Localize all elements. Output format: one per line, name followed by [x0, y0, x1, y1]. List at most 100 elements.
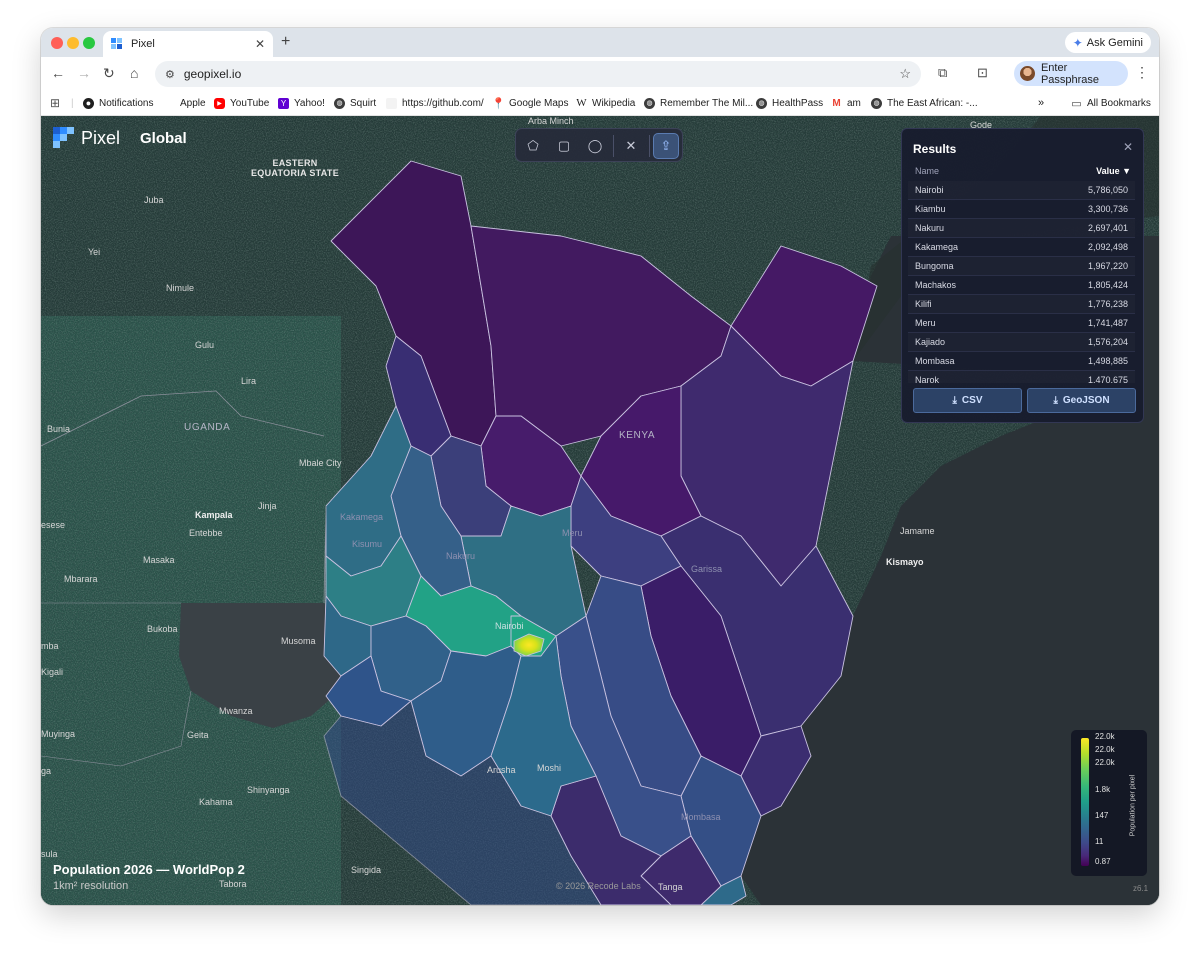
forward-arrow-icon[interactable]: →: [77, 65, 91, 81]
row-name: Machakos: [915, 280, 957, 290]
close-window-button[interactable]: [51, 37, 63, 49]
polygon-tool-icon[interactable]: ⬠: [520, 133, 546, 159]
extensions-icon[interactable]: ⧉: [938, 65, 947, 81]
table-row[interactable]: Kakamega 2,092,498: [908, 238, 1135, 257]
ask-gemini-label: Ask Gemini: [1086, 36, 1143, 49]
map-label-kakamega: Kakamega: [340, 512, 384, 522]
bookmark-yahoo[interactable]: Y Yahoo!: [278, 96, 325, 110]
table-row[interactable]: Narok 1,470,675: [908, 371, 1135, 383]
population-legend: 22.0k 22.0k 22.0k 1.8k 147 11 0.87 Popul…: [1071, 730, 1147, 876]
bookmark-youtube[interactable]: ▶ YouTube: [214, 96, 269, 110]
draw-toolbar: ⬠ ▢ ◯ ✕ ⇪: [515, 128, 683, 162]
toolbar-divider: [613, 135, 614, 157]
download-icon: ⤓: [952, 395, 957, 406]
legend-tick: 11: [1095, 837, 1104, 846]
bookmark-squirt[interactable]: ◍ Squirt: [334, 96, 376, 110]
tab-search-icon[interactable]: ⊡: [977, 65, 988, 81]
attribution-link[interactable]: © 2026 Recode Labs: [556, 881, 641, 891]
apps-grid-icon[interactable]: ⊞: [50, 96, 60, 110]
bookmark-notifications[interactable]: ● Notifications: [83, 96, 153, 110]
results-list[interactable]: Nairobi 5,786,050 Kiambu 3,300,736 Nakuru 2,6…: [908, 181, 1135, 383]
minimize-window-button[interactable]: [67, 37, 79, 49]
tab-strip: Pixel ✕ + ✦ Ask Gemini: [41, 28, 1159, 57]
tab-pixel[interactable]: Pixel ✕: [103, 31, 273, 57]
map-label-kahama: Kahama: [199, 797, 233, 807]
bookmark-label: am: [847, 97, 861, 109]
download-geojson-button[interactable]: ⤓ GeoJSON: [1027, 388, 1136, 413]
profile-button[interactable]: Enter Passphrase: [1014, 61, 1128, 86]
map-label-meru: Meru: [562, 528, 583, 538]
table-row[interactable]: Nakuru 2,697,401: [908, 219, 1135, 238]
bookmark-gmail[interactable]: Mam: [831, 96, 861, 110]
pixel-logo-icon: [53, 127, 75, 149]
row-name: Narok: [915, 375, 940, 383]
map-label-sula: sula: [41, 849, 58, 859]
new-tab-button[interactable]: +: [281, 33, 290, 51]
map-label-mombasa: Mombasa: [681, 812, 721, 822]
table-row[interactable]: Kilifi 1,776,238: [908, 295, 1135, 314]
map-label-shinyanga: Shinyanga: [247, 785, 290, 795]
column-header-name[interactable]: Name: [915, 166, 939, 176]
reload-icon[interactable]: ↻: [103, 65, 115, 82]
browser-menu-icon[interactable]: ⋮: [1135, 64, 1149, 81]
tab-title: Pixel: [131, 38, 155, 50]
map-label-jamame: Jamame: [900, 526, 935, 536]
rectangle-tool-icon[interactable]: ▢: [551, 133, 577, 159]
legend-title: Population per pixel: [1129, 774, 1137, 837]
ask-gemini-button[interactable]: ✦ Ask Gemini: [1064, 32, 1151, 53]
row-name: Kakamega: [915, 242, 959, 252]
table-row[interactable]: Kajiado 1,576,204: [908, 333, 1135, 352]
map-label-mwanza: Mwanza: [219, 706, 253, 716]
table-row[interactable]: Kiambu 3,300,736: [908, 200, 1135, 219]
row-value: 2,697,401: [1087, 223, 1128, 233]
dataset-title: Population 2026 — WorldPop 2: [53, 862, 245, 877]
bookmark-github-url[interactable]: https://github.com/: [386, 96, 484, 110]
site-settings-icon[interactable]: ⚙: [165, 68, 175, 81]
table-row[interactable]: Meru 1,741,487: [908, 314, 1135, 333]
bookmark-apple[interactable]: Apple: [164, 96, 206, 110]
maximize-window-button[interactable]: [83, 37, 95, 49]
map-label-arusha: Arusha: [487, 765, 516, 775]
all-bookmarks-button[interactable]: ▭ All Bookmarks: [1071, 96, 1151, 110]
map-label-singida: Singida: [351, 865, 382, 875]
close-icon[interactable]: ✕: [1123, 140, 1133, 154]
address-bar[interactable]: ⚙ geopixel.io ☆: [155, 61, 921, 87]
table-row[interactable]: Machakos 1,805,424: [908, 276, 1135, 295]
map-label-muyinga: Muyinga: [41, 729, 76, 739]
scope-label: Global: [140, 129, 187, 147]
upload-tool-icon[interactable]: ⇪: [653, 133, 679, 159]
row-value: 2,092,498: [1087, 242, 1128, 252]
circle-tool-icon[interactable]: ◯: [582, 133, 608, 159]
map-label-gulu: Gulu: [195, 340, 215, 350]
bookmark-star-icon[interactable]: ☆: [899, 66, 911, 82]
table-row[interactable]: Nairobi 5,786,050: [908, 181, 1135, 200]
results-title: Results: [913, 142, 957, 156]
bookmark-healthpass[interactable]: ◍ HealthPass: [756, 96, 823, 110]
folder-icon: ▭: [1071, 97, 1082, 110]
row-name: Nakuru: [915, 223, 945, 233]
bookmark-google-maps[interactable]: 📍 Google Maps: [492, 96, 569, 110]
table-row[interactable]: Bungoma 1,967,220: [908, 257, 1135, 276]
column-header-value[interactable]: Value ▼: [1096, 166, 1131, 176]
map-label-tabora: Tabora: [219, 879, 247, 889]
bookmark-east-african[interactable]: ◍ The East African: -...: [871, 96, 978, 110]
home-icon[interactable]: ⌂: [130, 65, 138, 81]
bookmark-remember-the-milk[interactable]: ◍ Remember The Mil...: [644, 96, 753, 110]
row-name: Kiambu: [915, 204, 946, 214]
bookmark-wikipedia[interactable]: W Wikipedia: [576, 96, 635, 110]
map-label-garissa: Garissa: [691, 564, 723, 574]
bookmark-label: Yahoo!: [294, 97, 325, 109]
download-csv-button[interactable]: ⤓ CSV: [913, 388, 1022, 413]
legend-tick: 22.0k: [1095, 758, 1115, 767]
clear-tool-icon[interactable]: ✕: [618, 133, 644, 159]
tab-close-icon[interactable]: ✕: [255, 37, 265, 51]
back-arrow-icon[interactable]: ←: [51, 65, 65, 81]
map-label-lira: Lira: [241, 376, 257, 386]
csv-label: CSV: [961, 395, 983, 406]
row-name: Meru: [915, 318, 936, 328]
table-row[interactable]: Mombasa 1,498,885: [908, 352, 1135, 371]
map-label-nairobi: Nairobi: [495, 621, 524, 631]
bookmarks-overflow-button[interactable]: »: [1038, 96, 1044, 110]
bookmark-label: Notifications: [99, 97, 154, 109]
app-brand[interactable]: Pixel Global: [53, 127, 187, 149]
